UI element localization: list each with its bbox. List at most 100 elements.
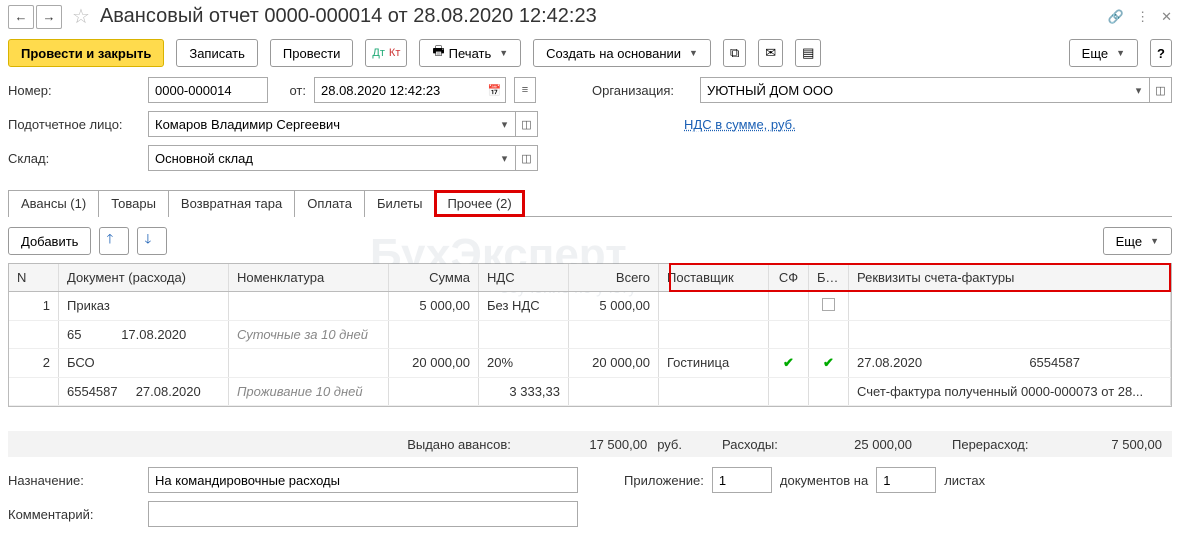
- cell-n: 2: [9, 349, 59, 377]
- cell-nom-sub: Суточные за 10 дней: [229, 321, 389, 348]
- cell-req-doc: Счет-фактура полученный 0000-000073 от 2…: [849, 378, 1171, 405]
- add-row-button[interactable]: Добавить: [8, 227, 91, 255]
- cell-sum: 5 000,00: [389, 292, 479, 320]
- col-nds[interactable]: НДС: [479, 264, 569, 291]
- cell-nds: Без НДС: [479, 292, 569, 320]
- tab-other[interactable]: Прочее (2): [434, 190, 524, 217]
- currency: руб.: [657, 437, 682, 452]
- form-header: Номер: от: 📅 ≡ Организация: ▾ ◫ Подотчет…: [0, 77, 1180, 189]
- tab-advances[interactable]: Авансы (1): [8, 190, 99, 217]
- person-label: Подотчетное лицо:: [8, 117, 140, 132]
- create-based-button[interactable]: Создать на основании▼: [533, 39, 711, 67]
- spent-label: Расходы:: [722, 437, 792, 452]
- cell-supplier: Гостиница: [659, 349, 769, 377]
- org-open-icon[interactable]: ◫: [1150, 77, 1172, 103]
- attach-count-field[interactable]: [712, 467, 772, 493]
- print-button[interactable]: 🖶Печать▼: [419, 39, 521, 67]
- col-total[interactable]: Всего: [569, 264, 659, 291]
- forward-button[interactable]: →: [36, 5, 62, 29]
- totals-bar: Выдано авансов: 17 500,00 руб. Расходы: …: [8, 431, 1172, 457]
- purpose-label: Назначение:: [8, 473, 140, 488]
- cell-nom-sub: Проживание 10 дней: [229, 378, 389, 405]
- tab-payment[interactable]: Оплата: [294, 190, 365, 217]
- cell-total: 20 000,00: [569, 349, 659, 377]
- table-row[interactable]: 1 Приказ 5 000,00 Без НДС 5 000,00: [9, 292, 1171, 321]
- cell-sf: [769, 292, 809, 320]
- col-nom[interactable]: Номенклатура: [229, 264, 389, 291]
- table-row[interactable]: 2 БСО 20 000,00 20% 20 000,00 Гостиница …: [9, 349, 1171, 378]
- cell-nom: [229, 349, 389, 377]
- date-extra-button[interactable]: ≡: [514, 77, 536, 103]
- over-value: 7 500,00: [1052, 437, 1162, 452]
- more-button[interactable]: Еще▼: [1069, 39, 1138, 67]
- panel-more-button[interactable]: Еще▼: [1103, 227, 1172, 255]
- comment-label: Комментарий:: [8, 507, 140, 522]
- warehouse-dropdown-icon[interactable]: ▾: [494, 145, 516, 171]
- move-up-button[interactable]: 🡑: [99, 227, 129, 255]
- purpose-field[interactable]: [148, 467, 578, 493]
- cell-sum: 20 000,00: [389, 349, 479, 377]
- footer-form: Назначение: Приложение: документов на ли…: [0, 467, 1180, 545]
- cell-bso-check[interactable]: ✔: [809, 349, 849, 377]
- person-dropdown-icon[interactable]: ▾: [494, 111, 516, 137]
- comment-field[interactable]: [148, 501, 578, 527]
- cell-req: 27.08.2020 6554587: [849, 349, 1171, 377]
- titlebar: ← → ☆ Авансовый отчет 0000-000014 от 28.…: [0, 0, 1180, 37]
- toolbar-icon-2[interactable]: ✉: [758, 39, 783, 67]
- attach-label: Приложение:: [624, 473, 704, 488]
- grid: N Документ (расхода) Номенклатура Сумма …: [8, 263, 1172, 407]
- cell-doc-sub: 6554587 27.08.2020: [59, 378, 229, 405]
- back-button[interactable]: ←: [8, 5, 34, 29]
- org-dropdown-icon[interactable]: ▾: [1128, 77, 1150, 103]
- spent-value: 25 000,00: [802, 437, 912, 452]
- docs-on-label: документов на: [780, 473, 868, 488]
- save-button[interactable]: Записать: [176, 39, 258, 67]
- calendar-icon[interactable]: 📅: [484, 77, 506, 103]
- vat-link[interactable]: НДС в сумме, руб.: [684, 117, 796, 132]
- link-icon[interactable]: 🔗: [1108, 9, 1124, 25]
- col-bso[interactable]: БСО: [809, 264, 849, 291]
- move-down-button[interactable]: 🡓: [137, 227, 167, 255]
- cell-sf-check[interactable]: ✔: [769, 349, 809, 377]
- table-row-sub[interactable]: 6554587 27.08.2020 Проживание 10 дней 3 …: [9, 378, 1171, 406]
- tab-goods[interactable]: Товары: [98, 190, 169, 217]
- grid-header: N Документ (расхода) Номенклатура Сумма …: [9, 264, 1171, 292]
- help-button[interactable]: ?: [1150, 39, 1172, 67]
- org-label: Организация:: [592, 83, 692, 98]
- date-field[interactable]: [314, 77, 484, 103]
- issued-label: Выдано авансов:: [407, 437, 527, 452]
- person-field[interactable]: [148, 111, 494, 137]
- cell-doc: БСО: [59, 349, 229, 377]
- toolbar-icon-3[interactable]: ▤: [795, 39, 821, 67]
- cell-nds-amt: 3 333,33: [479, 378, 569, 405]
- dt-kt-button[interactable]: ДᴛКᴛ: [365, 39, 407, 67]
- warehouse-open-icon[interactable]: ◫: [516, 145, 538, 171]
- post-button[interactable]: Провести: [270, 39, 354, 67]
- org-field[interactable]: [700, 77, 1128, 103]
- person-open-icon[interactable]: ◫: [516, 111, 538, 137]
- col-n[interactable]: N: [9, 264, 59, 291]
- cell-doc: Приказ: [59, 292, 229, 320]
- page-title: Авансовый отчет 0000-000014 от 28.08.202…: [100, 5, 597, 28]
- col-sum[interactable]: Сумма: [389, 264, 479, 291]
- cell-bso[interactable]: [809, 292, 849, 320]
- toolbar-icon-1[interactable]: ⧉: [723, 39, 746, 67]
- over-label: Перерасход:: [952, 437, 1042, 452]
- col-req[interactable]: Реквизиты счета-фактуры: [849, 264, 1171, 291]
- tab-returns[interactable]: Возвратная тара: [168, 190, 295, 217]
- col-doc[interactable]: Документ (расхода): [59, 264, 229, 291]
- sheets-field[interactable]: [876, 467, 936, 493]
- number-field[interactable]: [148, 77, 268, 103]
- col-supplier[interactable]: Поставщик: [659, 264, 769, 291]
- post-and-close-button[interactable]: Провести и закрыть: [8, 39, 164, 67]
- table-row-sub[interactable]: 65 17.08.2020 Суточные за 10 дней: [9, 321, 1171, 349]
- warehouse-field[interactable]: [148, 145, 494, 171]
- main-toolbar: Провести и закрыть Записать Провести ДᴛК…: [0, 37, 1180, 77]
- close-icon[interactable]: ✕: [1161, 9, 1172, 25]
- menu-dots-icon[interactable]: ⋮: [1136, 9, 1149, 25]
- cell-total: 5 000,00: [569, 292, 659, 320]
- tab-tickets[interactable]: Билеты: [364, 190, 435, 217]
- issued-value: 17 500,00: [537, 437, 647, 452]
- favorite-star-icon[interactable]: ☆: [72, 4, 90, 29]
- col-sf[interactable]: СФ: [769, 264, 809, 291]
